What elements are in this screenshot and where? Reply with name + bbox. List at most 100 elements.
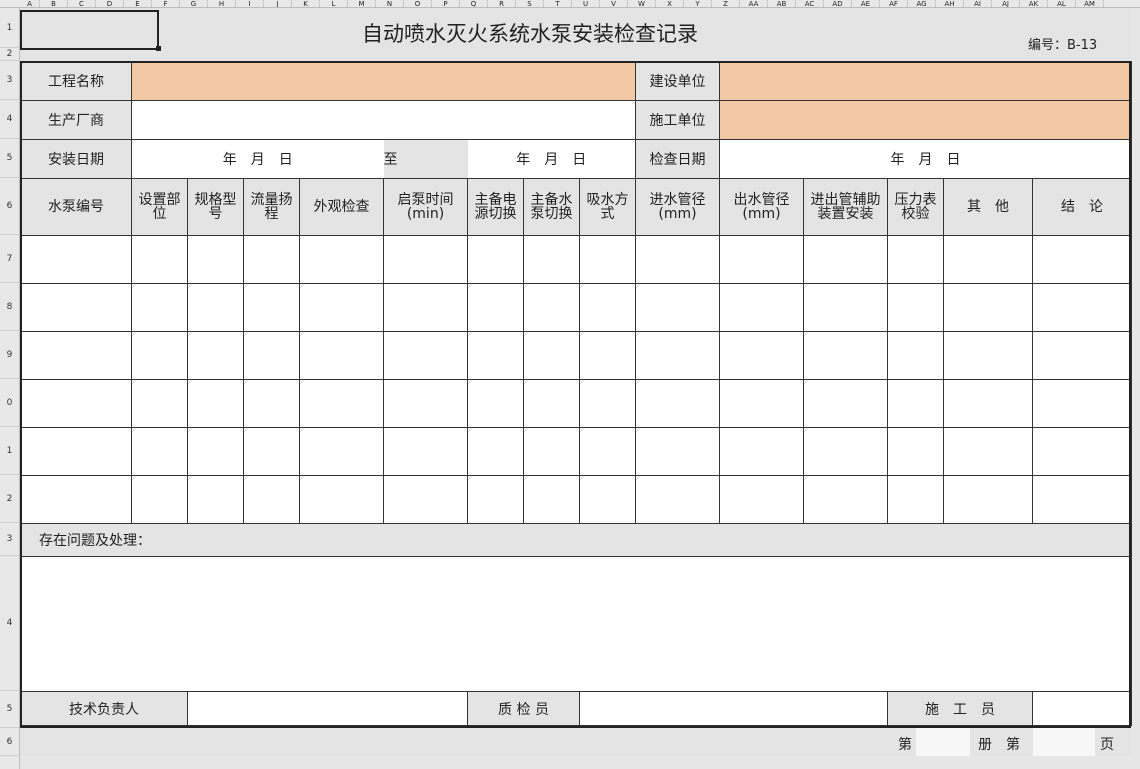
table-cell[interactable] xyxy=(243,235,300,284)
contractor-field[interactable] xyxy=(718,100,1133,140)
table-cell[interactable] xyxy=(719,235,804,284)
table-cell[interactable] xyxy=(943,235,1033,284)
project-name-field[interactable] xyxy=(131,61,636,101)
column-header-aj[interactable]: AJ xyxy=(992,0,1020,7)
column-header-ad[interactable]: AD xyxy=(824,0,852,7)
column-header-j[interactable]: J xyxy=(264,0,292,7)
table-cell[interactable] xyxy=(523,331,580,380)
table-cell[interactable] xyxy=(187,331,244,380)
table-cell[interactable] xyxy=(187,379,244,428)
column-header-a[interactable]: A xyxy=(20,0,40,7)
table-cell[interactable] xyxy=(887,235,944,284)
table-cell[interactable] xyxy=(467,235,524,284)
column-header-af[interactable]: AF xyxy=(880,0,908,7)
column-header-g[interactable]: G xyxy=(180,0,208,7)
table-cell[interactable] xyxy=(243,283,300,332)
table-cell[interactable] xyxy=(299,379,384,428)
column-header-x[interactable]: X xyxy=(656,0,684,7)
table-cell[interactable] xyxy=(131,235,188,284)
table-cell[interactable] xyxy=(579,427,636,476)
table-cell[interactable] xyxy=(20,379,132,428)
table-cell[interactable] xyxy=(719,379,804,428)
table-cell[interactable] xyxy=(887,379,944,428)
tech-lead-field[interactable] xyxy=(187,691,468,726)
row-header[interactable]: 5 xyxy=(0,139,19,178)
row-header[interactable]: 3 xyxy=(0,61,19,100)
column-header-d[interactable]: D xyxy=(96,0,124,7)
table-cell[interactable] xyxy=(187,427,244,476)
table-cell[interactable] xyxy=(579,235,636,284)
column-header-ai[interactable]: AI xyxy=(964,0,992,7)
row-header[interactable]: 4 xyxy=(0,556,19,691)
table-cell[interactable] xyxy=(467,331,524,380)
table-cell[interactable] xyxy=(635,283,720,332)
problems-field[interactable] xyxy=(19,556,1133,692)
column-header-ae[interactable]: AE xyxy=(852,0,880,7)
column-header-h[interactable]: H xyxy=(208,0,236,7)
column-header-p[interactable]: P xyxy=(432,0,460,7)
table-cell[interactable] xyxy=(187,283,244,332)
table-cell[interactable] xyxy=(20,235,132,284)
table-cell[interactable] xyxy=(635,331,720,380)
column-header-f[interactable]: F xyxy=(152,0,180,7)
selected-cell[interactable] xyxy=(20,10,159,50)
table-cell[interactable] xyxy=(1031,427,1133,476)
table-cell[interactable] xyxy=(803,283,888,332)
column-header-n[interactable]: N xyxy=(376,0,404,7)
table-cell[interactable] xyxy=(131,379,188,428)
table-cell[interactable] xyxy=(803,427,888,476)
table-cell[interactable] xyxy=(803,331,888,380)
table-cell[interactable] xyxy=(467,379,524,428)
table-cell[interactable] xyxy=(887,475,944,524)
table-cell[interactable] xyxy=(243,475,300,524)
row-header[interactable]: 9 xyxy=(0,331,19,379)
table-cell[interactable] xyxy=(579,379,636,428)
column-header-am[interactable]: AM xyxy=(1076,0,1104,7)
table-cell[interactable] xyxy=(20,475,132,524)
column-header-aa[interactable]: AA xyxy=(740,0,768,7)
column-header-ab[interactable]: AB xyxy=(768,0,796,7)
column-header-r[interactable]: R xyxy=(488,0,516,7)
table-cell[interactable] xyxy=(299,235,384,284)
inspector-field[interactable] xyxy=(579,691,888,726)
column-header-al[interactable]: AL xyxy=(1048,0,1076,7)
table-cell[interactable] xyxy=(579,331,636,380)
row-header[interactable]: 1 xyxy=(0,8,19,48)
row-header[interactable]: 5 xyxy=(0,691,19,728)
table-cell[interactable] xyxy=(467,283,524,332)
column-header-ak[interactable]: AK xyxy=(1020,0,1048,7)
table-cell[interactable] xyxy=(1031,331,1133,380)
table-cell[interactable] xyxy=(803,235,888,284)
table-cell[interactable] xyxy=(943,331,1033,380)
column-header-z[interactable]: Z xyxy=(712,0,740,7)
table-cell[interactable] xyxy=(383,379,468,428)
table-cell[interactable] xyxy=(383,427,468,476)
table-cell[interactable] xyxy=(943,427,1033,476)
column-header-w[interactable]: W xyxy=(628,0,656,7)
table-cell[interactable] xyxy=(1031,235,1133,284)
column-header-u[interactable]: U xyxy=(572,0,600,7)
inspect-date-field[interactable]: 年 月 日 xyxy=(718,139,1133,179)
column-header-ag[interactable]: AG xyxy=(908,0,936,7)
column-header-e[interactable]: E xyxy=(124,0,152,7)
table-cell[interactable] xyxy=(887,283,944,332)
table-cell[interactable] xyxy=(131,475,188,524)
table-cell[interactable] xyxy=(523,235,580,284)
install-date-start[interactable]: 年 月 日 xyxy=(131,139,384,179)
table-cell[interactable] xyxy=(523,283,580,332)
table-cell[interactable] xyxy=(719,475,804,524)
table-cell[interactable] xyxy=(187,475,244,524)
table-cell[interactable] xyxy=(719,283,804,332)
install-date-end[interactable]: 年 月 日 xyxy=(467,139,636,179)
row-header[interactable]: 7 xyxy=(0,235,19,283)
footer-volume-field[interactable] xyxy=(1033,728,1095,756)
table-cell[interactable] xyxy=(803,379,888,428)
table-cell[interactable] xyxy=(131,283,188,332)
table-cell[interactable] xyxy=(299,283,384,332)
table-cell[interactable] xyxy=(943,379,1033,428)
construction-unit-field[interactable] xyxy=(718,61,1133,101)
column-header-b[interactable]: B xyxy=(40,0,68,7)
row-header[interactable]: 6 xyxy=(0,178,19,235)
table-cell[interactable] xyxy=(1031,475,1133,524)
table-cell[interactable] xyxy=(719,427,804,476)
